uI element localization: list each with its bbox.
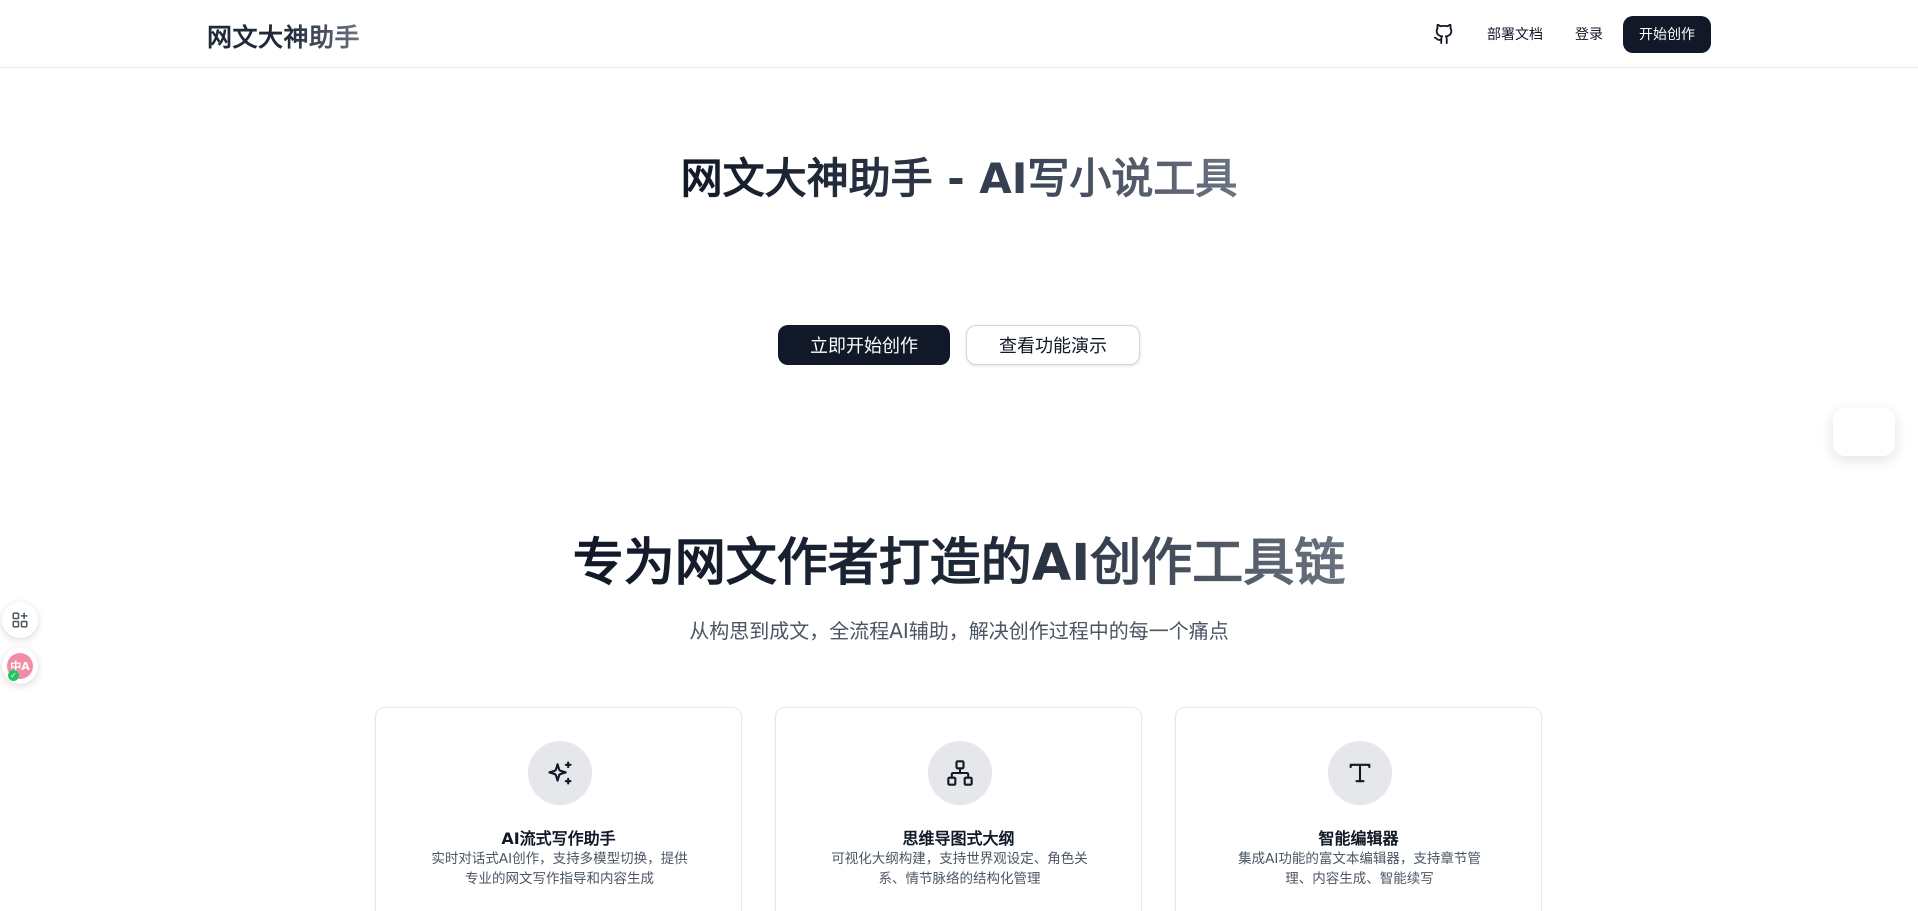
view-demo-button[interactable]: 查看功能演示 <box>966 325 1140 365</box>
feature-card-smart-editor[interactable]: 智能编辑器 集成AI功能的富文本编辑器，支持章节管理、内容生成、智能续写 <box>1175 707 1542 911</box>
feature-cards: AI流式写作助手 实时对话式AI创作，支持多模型切换，提供专业的网文写作指导和内… <box>375 707 1542 911</box>
hero-title: 网文大神助手 - AI写小说工具 <box>0 153 1918 205</box>
network-icon <box>928 741 992 805</box>
docs-link[interactable]: 部署文档 <box>1471 24 1559 44</box>
hero-actions: 立即开始创作 查看功能演示 <box>0 325 1918 365</box>
nav-actions: 部署文档 登录 开始创作 <box>1431 15 1711 53</box>
login-link[interactable]: 登录 <box>1559 24 1619 44</box>
feature-card-mindmap-outline[interactable]: 思维导图式大纲 可视化大纲构建，支持世界观设定、角色关系、情节脉络的结构化管理 <box>775 707 1142 911</box>
start-creating-button[interactable]: 开始创作 <box>1623 15 1711 53</box>
feature-card-desc: 集成AI功能的富文本编辑器，支持章节管理、内容生成、智能续写 <box>1238 851 1481 887</box>
translate-badge: 中A ✓ <box>7 653 33 681</box>
hero-title-text: 网文大神助手 - AI写小说工具 <box>680 154 1238 203</box>
feature-card-desc: 可视化大纲构建，支持世界观设定、角色关系、情节脉络的结构化管理 <box>831 851 1088 887</box>
features-title-text: 专为网文作者打造的AI创作工具链 <box>572 534 1346 593</box>
start-now-button[interactable]: 立即开始创作 <box>778 325 950 365</box>
check-icon: ✓ <box>8 670 19 681</box>
top-navbar: 网文大神助手 部署文档 登录 开始创作 <box>0 0 1918 68</box>
feature-card-title: AI流式写作助手 <box>501 829 616 848</box>
feature-card-desc: 实时对话式AI创作，支持多模型切换，提供专业的网文写作指导和内容生成 <box>431 851 688 887</box>
feature-card-ai-writing[interactable]: AI流式写作助手 实时对话式AI创作，支持多模型切换，提供专业的网文写作指导和内… <box>375 707 742 911</box>
feature-card-title: 思维导图式大纲 <box>902 829 1015 848</box>
features-title: 专为网文作者打造的AI创作工具链 <box>0 534 1918 594</box>
sparkles-icon <box>528 741 592 805</box>
translate-icon[interactable]: 中A ✓ <box>2 648 38 684</box>
floating-widget[interactable] <box>1833 408 1895 456</box>
feature-card-title: 智能编辑器 <box>1318 829 1399 848</box>
brand-logo[interactable]: 网文大神助手 <box>207 18 360 54</box>
github-icon[interactable] <box>1431 21 1457 47</box>
page: 网文大神助手 部署文档 登录 开始创作 网文大神助手 - AI写小说工具 立即开… <box>0 0 1918 911</box>
type-icon <box>1328 741 1392 805</box>
features-subtitle: 从构思到成文，全流程AI辅助，解决创作过程中的每一个痛点 <box>689 619 1229 643</box>
